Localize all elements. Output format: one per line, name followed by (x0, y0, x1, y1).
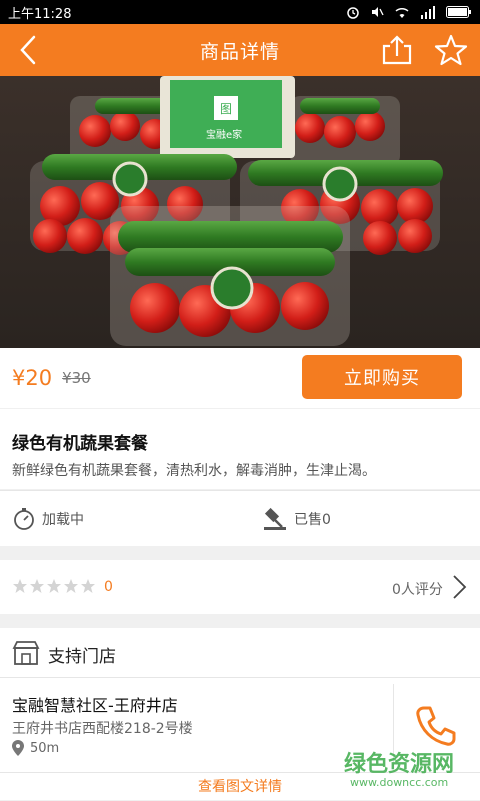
location-pin-icon (12, 740, 24, 756)
store-distance: 50m (30, 740, 60, 756)
rating-count: 0人评分 (392, 582, 443, 598)
nav-bar: 商品详情 (0, 24, 480, 76)
product-name: 绿色有机蔬果套餐 (12, 434, 148, 454)
product-info: 绿色有机蔬果套餐 新鲜绿色有机蔬果套餐，清热利水，解毒消肿，生津止渴。 (0, 409, 480, 489)
store-icon (12, 641, 40, 665)
star-empty-icon (64, 579, 78, 593)
current-price: ¥20 (12, 366, 53, 390)
watermark-url: www.downcc.com (350, 776, 449, 789)
star-empty-icon (81, 579, 95, 593)
battery-icon (446, 6, 471, 18)
store-address: 王府井书店西配楼218-2号楼 (12, 721, 193, 737)
product-image[interactable]: 图 宝融e家 (0, 76, 480, 348)
countdown-stat: 加载中 (12, 507, 84, 531)
sold-text: 已售0 (294, 511, 331, 528)
hero-sign-text: 宝融e家 (206, 128, 242, 141)
product-stats: 加载中 已售0 (0, 490, 480, 546)
back-icon[interactable] (14, 34, 46, 66)
star-empty-icon (47, 579, 61, 593)
rating-score: 0 (104, 579, 113, 595)
mute-icon (372, 7, 384, 17)
store-distance-row: 50m (12, 740, 59, 756)
product-description: 新鲜绿色有机蔬果套餐，清热利水，解毒消肿，生津止渴。 (12, 463, 376, 479)
status-bar: 上午11:28 (0, 0, 480, 24)
phone-icon[interactable] (412, 702, 460, 750)
stopwatch-icon (14, 507, 34, 530)
share-icon[interactable] (380, 34, 414, 66)
status-time: 上午11:28 (8, 6, 72, 22)
rating-row[interactable]: 0 0人评分 (0, 560, 480, 614)
page-title: 商品详情 (199, 40, 280, 63)
signal-icon (421, 5, 435, 19)
original-price: ¥30 (62, 369, 91, 387)
svg-text:图: 图 (220, 102, 232, 116)
star-empty-icon (13, 579, 27, 593)
wifi-icon (395, 7, 409, 18)
store-section-title: 支持门店 (48, 647, 116, 667)
sold-stat: 已售0 (262, 507, 331, 531)
alarm-icon (347, 7, 359, 19)
status-icons (346, 5, 472, 19)
chevron-right-icon[interactable] (450, 574, 468, 600)
buy-now-button[interactable]: 立即购买 (302, 355, 462, 399)
price-bar: ¥20 ¥30 立即购买 (0, 348, 480, 408)
store-section-header: 支持门店 (0, 628, 480, 678)
auction-hammer-icon (264, 507, 286, 530)
rating-stars (12, 578, 96, 594)
countdown-text: 加载中 (42, 511, 84, 528)
star-empty-icon (30, 579, 44, 593)
store-name: 宝融智慧社区-王府井店 (12, 696, 178, 715)
watermark-text: 绿色资源网 (344, 752, 455, 777)
favorite-star-icon[interactable] (434, 33, 468, 67)
